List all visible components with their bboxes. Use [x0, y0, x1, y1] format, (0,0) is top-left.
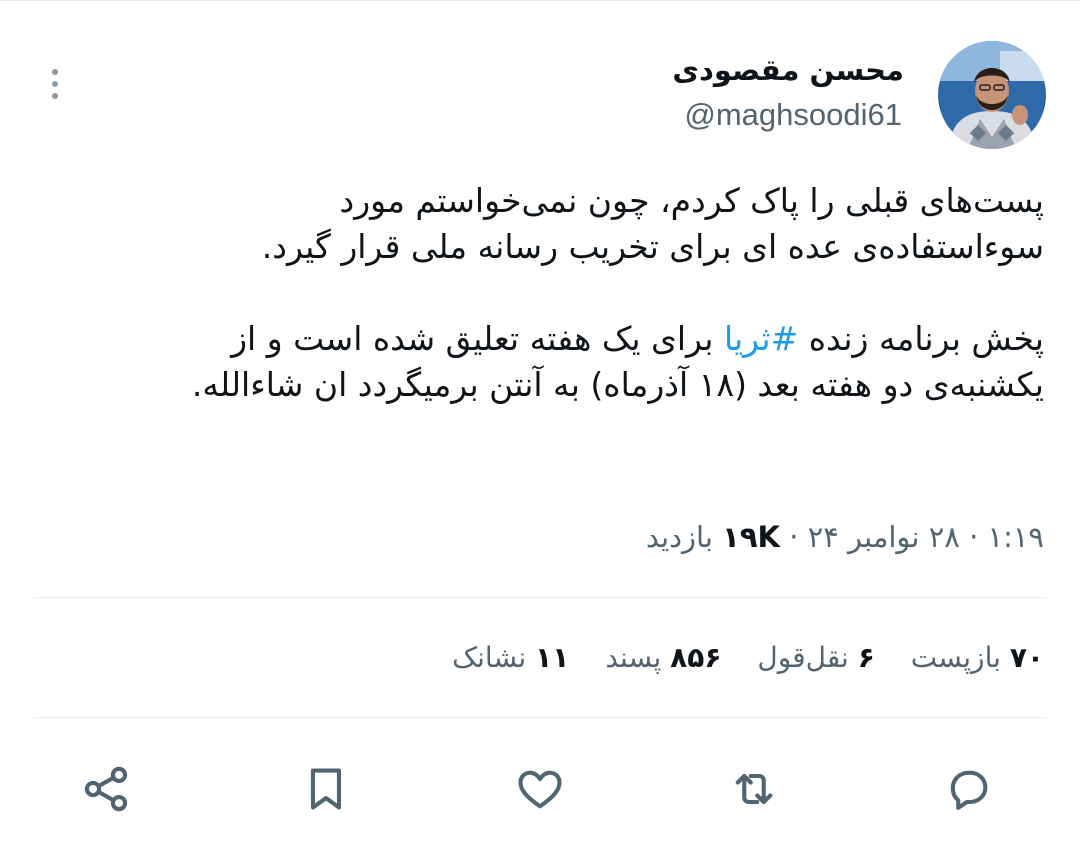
quotes-stat[interactable]: ۶ نقل‌قول	[757, 636, 874, 680]
engagement-stats: ۷۰ بازپست ۶ نقل‌قول ۸۵۶ پسند ۱۱ نشانک	[452, 636, 1044, 680]
reply-bubble-icon	[950, 770, 988, 810]
meta-separator: ·	[969, 520, 979, 554]
like-button[interactable]	[508, 757, 572, 821]
tweet-line-1: پست‌های قبلی را پاک کردم، چون نمی‌خواستم…	[339, 181, 1044, 220]
tweet-text: پست‌های قبلی را پاک کردم، چون نمی‌خواستم…	[34, 178, 1044, 408]
reposts-count: ۷۰	[1009, 641, 1044, 674]
heart-icon	[518, 770, 562, 809]
share-icon	[84, 766, 128, 812]
tweet-line-2: سوءاستفاده‌ی عده ای برای تخریب رسانه ملی…	[261, 227, 1044, 266]
divider	[34, 717, 1046, 718]
share-button[interactable]	[74, 757, 138, 821]
quotes-label: نقل‌قول	[757, 641, 849, 674]
tweet-line-3-after: برای یک هفته تعلیق شده است و از	[231, 319, 724, 358]
more-vertical-icon-dot	[52, 93, 58, 99]
views-label: بازدید	[645, 520, 713, 554]
author-name[interactable]: محسن مقصودی	[672, 50, 904, 90]
bookmarks-label: نشانک	[452, 641, 527, 674]
retweet-icon	[735, 773, 773, 805]
reposts-stat[interactable]: ۷۰ بازپست	[911, 636, 1044, 680]
top-divider	[0, 0, 1080, 1]
tweet-line-3: پخش برنامه زنده #ثریا برای یک هفته تعلیق…	[34, 316, 1044, 362]
hashtag-link[interactable]: #ثریا	[724, 319, 798, 358]
quotes-count: ۶	[857, 641, 875, 674]
tweet-time[interactable]: ۱:۱۹	[988, 520, 1045, 554]
author-handle[interactable]: @maghsoodi61	[684, 94, 902, 136]
reply-button[interactable]	[936, 757, 1000, 821]
tweet-line-3-before: پخش برنامه زنده	[798, 319, 1044, 358]
avatar[interactable]	[938, 41, 1046, 149]
retweet-button[interactable]	[722, 757, 786, 821]
tweet-date[interactable]: ۲۸ نوامبر ۲۴	[808, 520, 960, 554]
avatar-image	[938, 41, 1046, 149]
views-count: ۱۹K	[722, 520, 781, 554]
likes-stat[interactable]: ۸۵۶ پسند	[605, 636, 721, 680]
meta-separator: ·	[789, 520, 799, 554]
divider	[34, 597, 1046, 598]
tweet-meta: ۱:۱۹ · ۲۸ نوامبر ۲۴ · ۱۹K بازدید	[646, 514, 1044, 560]
bookmark-icon	[310, 768, 342, 810]
bookmark-button[interactable]	[294, 757, 358, 821]
action-bar	[0, 745, 1080, 835]
more-vertical-icon-dot	[52, 81, 58, 87]
reposts-label: بازپست	[910, 641, 1001, 674]
likes-count: ۸۵۶	[670, 641, 722, 674]
likes-label: پسند	[605, 641, 662, 674]
more-vertical-icon	[52, 69, 58, 75]
bookmarks-count: ۱۱	[535, 641, 570, 674]
more-options-button[interactable]	[40, 62, 70, 106]
tweet-line-4: یکشنبه‌ی دو هفته بعد (۱۸ آذرماه) به آنتن…	[191, 365, 1044, 404]
bookmarks-stat[interactable]: ۱۱ نشانک	[452, 636, 569, 680]
